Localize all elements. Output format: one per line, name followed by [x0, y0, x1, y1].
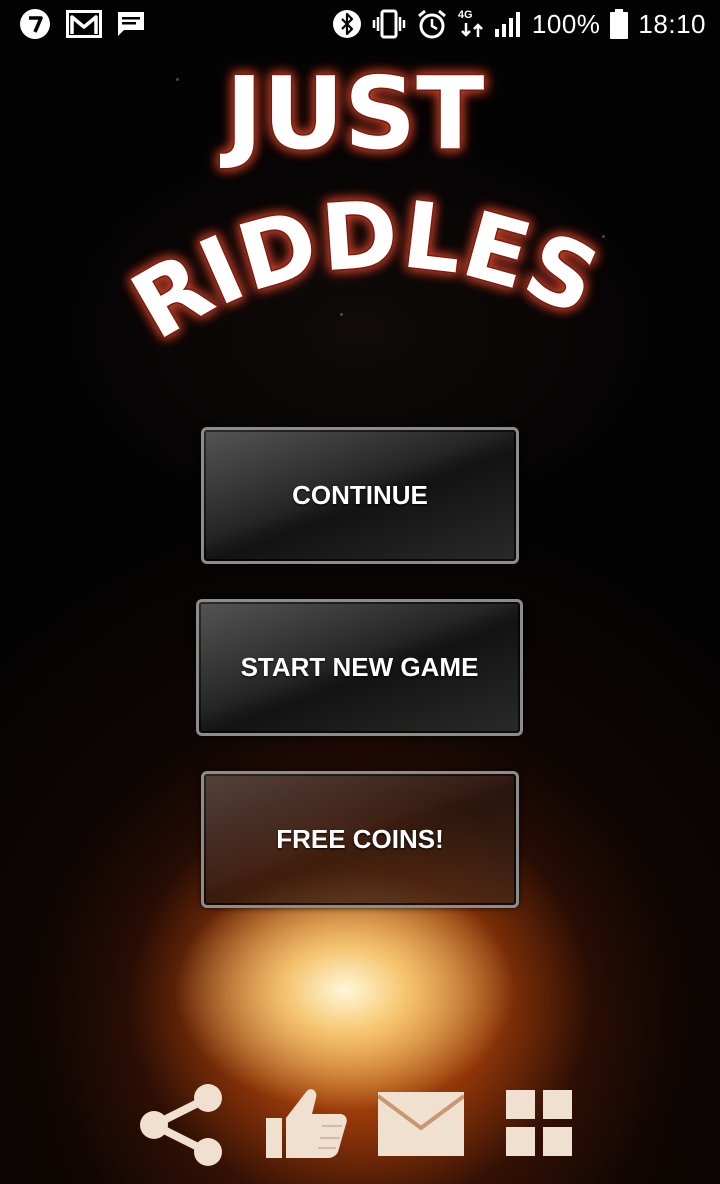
more-apps-grid-icon[interactable] [506, 1090, 574, 1163]
network-label: 4G [457, 9, 473, 21]
free-coins-button[interactable]: FREE COINS! [201, 771, 519, 908]
share-icon[interactable] [136, 1080, 226, 1175]
continue-button-label: CONTINUE [292, 480, 428, 510]
game-title: JUST RIDDLES [0, 40, 720, 380]
mail-icon[interactable] [376, 1092, 466, 1161]
title-line-just: JUST [220, 55, 485, 172]
continue-button[interactable]: CONTINUE [201, 427, 519, 564]
app-notification-icon [18, 7, 52, 41]
free-coins-button-label: FREE COINS! [276, 824, 444, 854]
signal-icon [494, 10, 522, 38]
bluetooth-icon [332, 9, 362, 39]
message-icon [116, 10, 146, 38]
vibrate-icon [372, 9, 406, 39]
title-line-riddles: RIDDLES [115, 180, 614, 360]
gmail-icon [66, 10, 102, 38]
alarm-icon [416, 8, 448, 40]
status-bar: 4G 100% 18:10 [0, 0, 720, 48]
status-bar-right: 4G 100% 18:10 [332, 8, 706, 40]
battery-icon [610, 9, 629, 39]
title-line-riddles-path: RIDDLES [113, 179, 615, 362]
battery-percent: 100% [531, 8, 601, 39]
thumbs-up-icon[interactable] [262, 1086, 348, 1165]
status-bar-left [18, 7, 146, 41]
network-4g-icon: 4G [458, 9, 484, 39]
start-new-game-button-label: START NEW GAME [240, 652, 479, 682]
game-title-art: JUST RIDDLES [113, 54, 615, 362]
start-new-game-button[interactable]: START NEW GAME [196, 599, 523, 736]
clock: 18:10 [638, 8, 706, 39]
